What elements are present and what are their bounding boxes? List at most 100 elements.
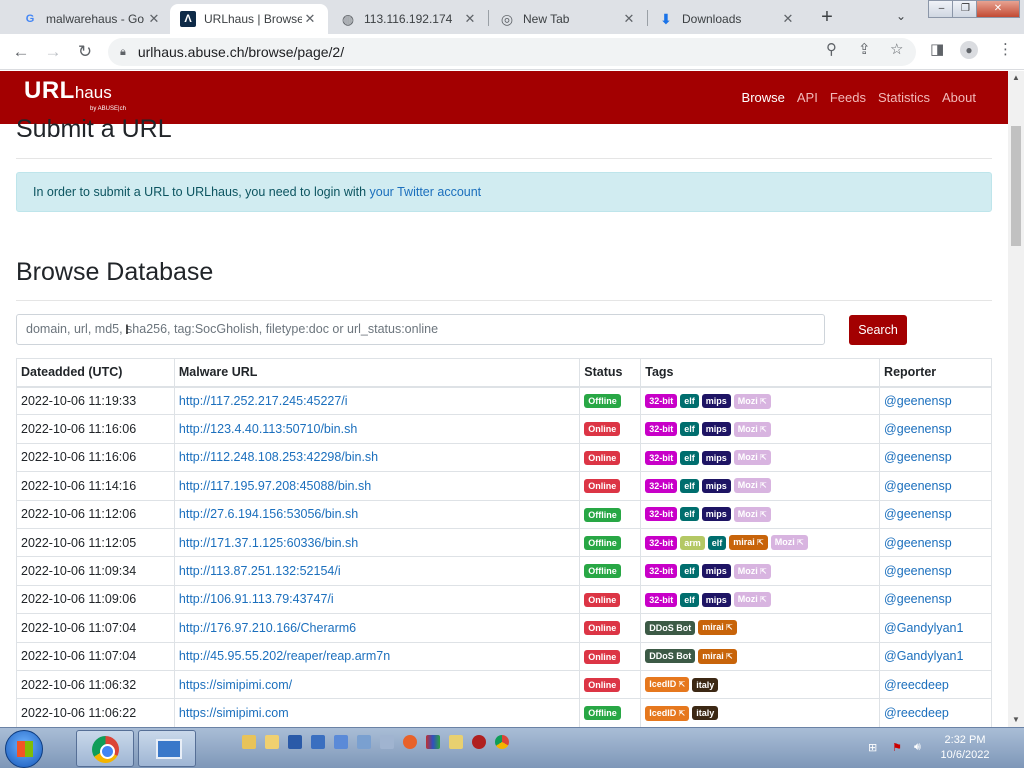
back-icon[interactable]: ← — [10, 41, 32, 63]
lock-icon[interactable]: 🔒︎ — [120, 46, 126, 59]
col-malware-url[interactable]: Malware URL — [173, 358, 581, 388]
malware-url-link[interactable]: http://171.37.1.125:60336/bin.sh — [179, 536, 358, 550]
col-tags[interactable]: Tags — [640, 358, 881, 388]
forward-icon[interactable]: → — [42, 41, 64, 63]
folder-icon[interactable] — [265, 735, 279, 749]
malware-url-link[interactable]: http://117.252.217.245:45227/i — [179, 394, 348, 408]
tag-badge[interactable]: Mozi — [733, 478, 771, 494]
page-scrollbar[interactable]: ▲ ▼ — [1008, 71, 1024, 727]
firefox-icon[interactable] — [403, 735, 417, 749]
chrome-icon[interactable] — [495, 735, 509, 749]
tag-badge[interactable]: elf — [680, 394, 699, 409]
profile-avatar-icon[interactable]: ● — [960, 41, 978, 59]
tag-badge[interactable]: 32-bit — [645, 564, 678, 579]
reload-icon[interactable]: ↻ — [74, 41, 96, 63]
tab-malwarehaus[interactable]: G malwarehaus - Go ✕ — [12, 4, 172, 34]
tag-badge[interactable]: mips — [701, 422, 731, 437]
close-icon[interactable]: ✕ — [621, 11, 637, 27]
tag-badge[interactable]: mirai — [729, 535, 768, 551]
share-icon[interactable]: ⇪ — [858, 40, 871, 58]
tag-badge[interactable]: mips — [701, 478, 731, 493]
malware-url-link[interactable]: https://simipimi.com — [179, 706, 289, 720]
opera-icon[interactable] — [472, 735, 486, 749]
tag-badge[interactable]: 32-bit — [645, 592, 678, 607]
start-button[interactable] — [5, 730, 43, 768]
nav-api[interactable]: API — [797, 90, 818, 105]
taskbar-remote-desktop-button[interactable] — [138, 730, 196, 767]
app-icon[interactable] — [288, 735, 302, 749]
tab-urlhaus[interactable]: Λ URLhaus | Browse ✕ — [170, 4, 328, 34]
twitter-login-link[interactable]: your Twitter account — [370, 185, 482, 199]
tag-badge[interactable]: mips — [701, 592, 731, 607]
bookmark-star-icon[interactable]: ☆ — [890, 40, 903, 58]
app-icon[interactable] — [380, 735, 394, 749]
tag-badge[interactable]: mips — [701, 564, 731, 579]
tag-badge[interactable]: elf — [680, 507, 699, 522]
col-status[interactable]: Status — [579, 358, 642, 388]
nav-about[interactable]: About — [942, 90, 976, 105]
tag-badge[interactable]: mips — [701, 394, 731, 409]
tag-badge[interactable]: mips — [701, 507, 731, 522]
col-dateadded[interactable]: Dateadded (UTC) — [16, 358, 175, 388]
reporter-link[interactable]: @geenensp — [884, 536, 952, 550]
tag-badge[interactable]: DDoS Bot — [645, 620, 696, 635]
malware-url-link[interactable]: http://113.87.251.132:52154/i — [179, 564, 341, 578]
tag-badge[interactable]: 32-bit — [645, 535, 678, 550]
app-icon[interactable] — [334, 735, 348, 749]
volume-icon[interactable]: 🔊︎ — [914, 741, 921, 754]
tag-badge[interactable]: Mozi — [733, 506, 771, 522]
reporter-link[interactable]: @geenensp — [884, 479, 952, 493]
tag-badge[interactable]: Mozi — [770, 535, 808, 551]
tag-badge[interactable]: IcedID — [645, 705, 690, 721]
tag-badge[interactable]: Mozi — [733, 421, 771, 437]
nav-statistics[interactable]: Statistics — [878, 90, 930, 105]
tag-badge[interactable]: arm — [680, 535, 705, 550]
tag-badge[interactable]: elf — [680, 592, 699, 607]
taskbar-clock[interactable]: 2:32 PM 10/6/2022 — [930, 733, 1000, 763]
reporter-link[interactable]: @geenensp — [884, 422, 952, 436]
close-icon[interactable]: ✕ — [146, 11, 162, 27]
malware-url-link[interactable]: http://117.195.97.208:45088/bin.sh — [179, 479, 371, 493]
maximize-button[interactable]: ❐ — [952, 0, 979, 18]
malware-url-link[interactable]: http://112.248.108.253:42298/bin.sh — [179, 450, 378, 464]
tag-badge[interactable]: Mozi — [733, 563, 771, 579]
tab-ip-address[interactable]: ◍ 113.116.192.174 ✕ — [330, 4, 488, 34]
tag-badge[interactable]: 32-bit — [645, 507, 678, 522]
tag-badge[interactable]: 32-bit — [645, 394, 678, 409]
reporter-link[interactable]: @reecdeep — [884, 706, 949, 720]
malware-url-link[interactable]: http://27.6.194.156:53056/bin.sh — [179, 507, 358, 521]
tag-badge[interactable]: Mozi — [733, 393, 771, 409]
scroll-down-arrow[interactable]: ▼ — [1008, 713, 1024, 727]
app-icon[interactable] — [357, 735, 371, 749]
tag-badge[interactable]: elf — [707, 535, 727, 550]
notes-icon[interactable] — [449, 735, 463, 749]
tab-downloads[interactable]: ⬇ Downloads ✕ — [648, 4, 806, 34]
tag-badge[interactable]: IcedID — [645, 677, 690, 693]
malware-url-link[interactable]: http://45.95.55.202/reaper/reap.arm7n — [179, 649, 390, 663]
close-icon[interactable]: ✕ — [462, 11, 478, 27]
scroll-thumb[interactable] — [1011, 126, 1021, 246]
search-input[interactable]: domain, url, md5, sha256, tag:SocGholish… — [16, 314, 825, 345]
tag-badge[interactable]: Mozi — [733, 592, 771, 608]
close-icon[interactable]: ✕ — [780, 11, 796, 27]
malware-url-link[interactable]: http://106.91.113.79:43747/i — [179, 592, 334, 606]
scroll-up-arrow[interactable]: ▲ — [1008, 71, 1024, 85]
new-tab-button[interactable]: + — [816, 6, 838, 28]
tag-badge[interactable]: mirai — [698, 648, 737, 664]
reporter-link[interactable]: @reecdeep — [884, 678, 949, 692]
tag-badge[interactable]: elf — [680, 450, 699, 465]
reporter-link[interactable]: @Gandylyan1 — [884, 621, 963, 635]
col-reporter[interactable]: Reporter — [879, 358, 992, 388]
action-center-icon[interactable]: ⚑ — [892, 741, 902, 754]
close-window-button[interactable]: ✕ — [976, 0, 1020, 18]
menu-kebab-icon[interactable]: ⋮ — [998, 40, 1013, 58]
reporter-link[interactable]: @geenensp — [884, 592, 952, 606]
minimize-button[interactable]: – — [928, 0, 955, 18]
reporter-link[interactable]: @Gandylyan1 — [884, 649, 963, 663]
reporter-link[interactable]: @geenensp — [884, 507, 952, 521]
taskbar-chrome-button[interactable] — [76, 730, 134, 767]
tag-badge[interactable]: DDoS Bot — [645, 649, 696, 664]
tag-badge[interactable]: elf — [680, 478, 699, 493]
tag-badge[interactable]: italy — [692, 706, 719, 721]
tag-badge[interactable]: italy — [692, 677, 719, 692]
